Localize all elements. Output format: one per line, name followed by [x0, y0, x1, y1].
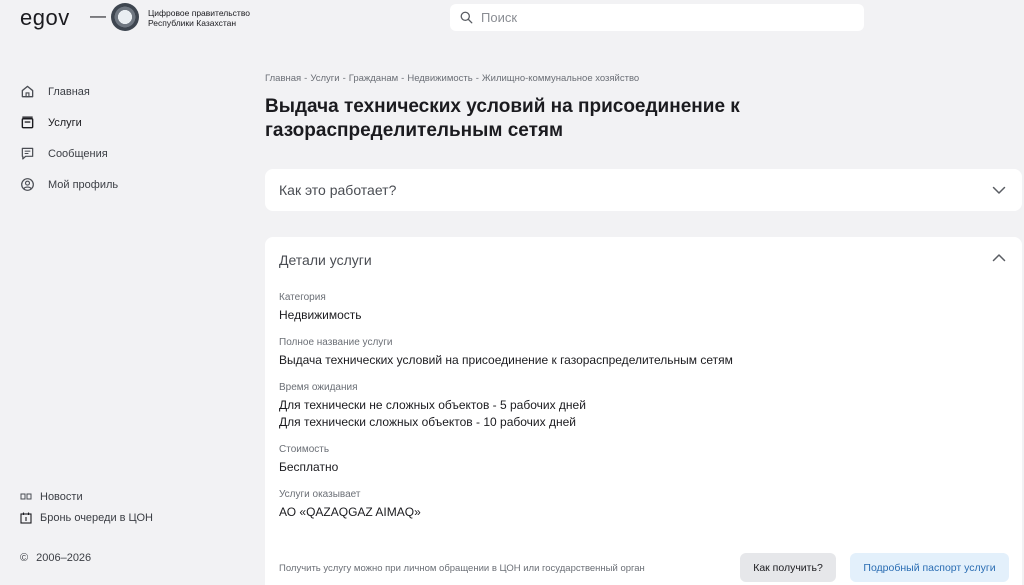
detail-label: Время ожидания	[279, 382, 358, 393]
copyright: © 2006–2026	[20, 552, 91, 564]
breadcrumb-separator: -	[475, 73, 479, 84]
detail-label: Категория	[279, 292, 326, 303]
detail-label: Стоимость	[279, 444, 330, 455]
how-to-get-button[interactable]: Как получить?	[740, 553, 836, 582]
service-details-panel: Детали услуги Категория Недвижимость Пол…	[265, 237, 1022, 585]
detail-value: АО «QAZAQGAZ AIMAQ»	[279, 505, 421, 519]
sidebar-item-label: Главная	[48, 85, 90, 98]
detail-cost: Стоимость Бесплатно	[279, 444, 338, 476]
service-passport-button[interactable]: Подробный паспорт услуги	[850, 553, 1009, 582]
logo-dash: —	[90, 8, 106, 25]
chevron-down-icon[interactable]	[992, 183, 1006, 197]
sidebar-item-home[interactable]: Главная	[20, 76, 118, 107]
service-details-title: Детали услуги	[279, 252, 372, 268]
detail-wait-time: Время ожидания Для технически не сложных…	[279, 382, 586, 431]
breadcrumb: Главная - Услуги - Гражданам - Недвижимость - Жи…	[265, 73, 639, 84]
search-box[interactable]	[450, 4, 864, 31]
breadcrumb-separator: -	[342, 73, 346, 84]
sidebar-link-label: Бронь очереди в ЦОН	[40, 511, 153, 524]
government-caption-line2: Республики Казахстан	[148, 18, 237, 28]
breadcrumb-home[interactable]: Главная	[265, 73, 301, 84]
detail-category: Категория Недвижимость	[279, 292, 362, 324]
breadcrumb-housing[interactable]: Жилищно-коммунальное хозяйство	[482, 73, 639, 84]
government-caption: Цифровое правительство Республики Казахс…	[148, 8, 250, 28]
profile-icon	[21, 178, 34, 191]
detail-value: Бесплатно	[279, 460, 339, 474]
copyright-icon: ©	[20, 552, 29, 564]
messages-icon	[21, 147, 34, 160]
services-icon	[21, 116, 34, 129]
search-input[interactable]	[481, 10, 841, 25]
sidebar-link-queue-booking[interactable]: Бронь очереди в ЦОН	[20, 507, 153, 528]
calendar-icon	[20, 512, 32, 524]
detail-label: Услуги оказывает	[279, 489, 361, 500]
service-footer-note: Получить услугу можно при личном обращен…	[279, 563, 645, 574]
copyright-years: 2006–2026	[36, 552, 92, 564]
page: egov — Цифровое правительство Республики…	[0, 0, 1024, 585]
breadcrumb-services[interactable]: Услуги	[310, 73, 339, 84]
kazakhstan-emblem-icon	[111, 3, 139, 31]
sidebar-nav: Главная Услуги Сообщения Мой профиль	[20, 76, 118, 200]
search-icon	[460, 11, 473, 24]
sidebar-item-messages[interactable]: Сообщения	[20, 138, 118, 169]
detail-label: Полное название услуги	[279, 337, 393, 348]
egov-logo[interactable]: egov	[20, 5, 70, 31]
sidebar-item-label: Сообщения	[48, 147, 108, 160]
sidebar-item-label: Услуги	[48, 116, 82, 129]
detail-value: Недвижимость	[279, 308, 362, 322]
breadcrumb-citizens[interactable]: Гражданам	[349, 73, 398, 84]
sidebar-item-label: Мой профиль	[48, 178, 119, 191]
breadcrumb-real-estate[interactable]: Недвижимость	[407, 73, 472, 84]
news-icon	[20, 493, 32, 499]
sidebar-link-news[interactable]: Новости	[20, 486, 153, 507]
home-icon	[21, 85, 34, 98]
sidebar-item-services[interactable]: Услуги	[20, 107, 118, 138]
how-it-works-accordion[interactable]: Как это работает?	[265, 169, 1022, 211]
how-it-works-title: Как это работает?	[279, 182, 397, 198]
sidebar-link-label: Новости	[40, 490, 83, 503]
detail-value: Для технически сложных объектов - 10 раб…	[279, 415, 576, 429]
breadcrumb-separator: -	[304, 73, 308, 84]
detail-value: Выдача технических условий на присоедине…	[279, 353, 733, 367]
detail-provider: Услуги оказывает АО «QAZAQGAZ AIMAQ»	[279, 489, 421, 521]
sidebar-item-profile[interactable]: Мой профиль	[20, 169, 118, 200]
detail-full-name: Полное название услуги Выдача технически…	[279, 337, 733, 369]
detail-value: Для технически не сложных объектов - 5 р…	[279, 398, 586, 412]
chevron-up-icon[interactable]	[992, 251, 1006, 265]
page-title: Выдача технических условий на присоедине…	[265, 96, 740, 141]
breadcrumb-separator: -	[401, 73, 405, 84]
sidebar-bottom-links: Новости Бронь очереди в ЦОН	[20, 486, 153, 528]
government-caption-line1: Цифровое правительство	[148, 8, 250, 18]
